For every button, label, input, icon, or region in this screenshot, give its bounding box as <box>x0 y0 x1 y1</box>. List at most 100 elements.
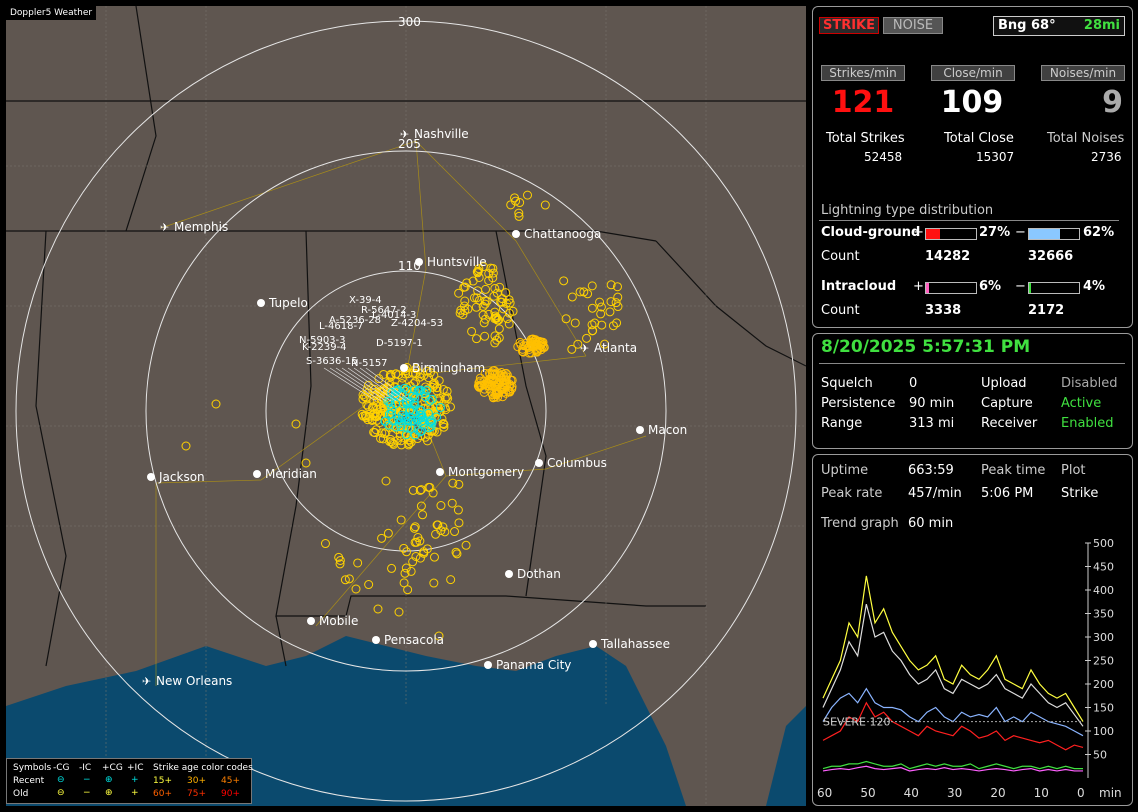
airport-icon: ✈ <box>160 221 169 234</box>
strike-marker <box>377 533 387 543</box>
close-per-min-value: 109 <box>940 85 1004 120</box>
age-75: 75+ <box>187 789 206 799</box>
severe-threshold-label: SEVERE 120 <box>823 716 891 729</box>
strike-marker <box>447 498 457 508</box>
close-per-min-header[interactable]: Close/min <box>931 65 1015 81</box>
plot-value[interactable]: Strike <box>1061 486 1098 501</box>
y-tick-label: 500 <box>1093 537 1114 550</box>
strike-stats-panel: STRIKE NOISE Bng 68° 28mi Strikes/min Cl… <box>812 6 1133 328</box>
range-label: Range <box>821 416 863 431</box>
city-dot-icon <box>484 661 492 669</box>
neg-ic-recent-icon: − <box>83 775 91 785</box>
city-label: Mobile <box>319 614 358 628</box>
age-60: 60+ <box>153 789 172 799</box>
uptime-label: Uptime <box>821 463 869 478</box>
strike-marker <box>351 584 361 594</box>
strike-marker <box>472 334 482 344</box>
strike-marker <box>399 578 409 588</box>
cell-label: D-5197-1 <box>376 338 423 349</box>
x-tick-label: 0 <box>1077 786 1085 800</box>
strike-marker <box>540 200 550 210</box>
cg-pos-bar <box>925 228 977 240</box>
city-dot-icon <box>415 258 423 266</box>
strike-marker <box>383 528 393 538</box>
receiver-value[interactable]: Enabled <box>1061 416 1114 431</box>
strike-marker <box>181 441 191 451</box>
strike-marker <box>523 190 533 200</box>
strike-marker <box>605 307 615 317</box>
city-label: New Orleans <box>156 674 232 688</box>
map-canvas[interactable]: 300 205 110 X-39-4R-5647-2A-5236-28L-401… <box>6 6 806 806</box>
city-label: Pensacola <box>384 633 444 647</box>
noise-button[interactable]: NOISE <box>883 17 943 34</box>
capture-value[interactable]: Active <box>1061 396 1101 411</box>
trend-series-line <box>822 575 1084 722</box>
x-tick-label: 30 <box>947 786 962 800</box>
legend-old-label: Old <box>13 789 29 799</box>
receiver-label: Receiver <box>981 416 1038 431</box>
city-dot-icon <box>307 617 315 625</box>
city-label: Tupelo <box>268 296 308 310</box>
neg-cg-recent-icon: ⊖ <box>57 775 65 785</box>
ic-pos-bar-fill <box>926 283 929 293</box>
cg-neg-bar <box>1028 228 1080 240</box>
strike-marker <box>291 419 301 429</box>
peak-time-label: Peak time <box>981 463 1046 478</box>
cg-pos-pct: 27% <box>979 225 1011 240</box>
squelch-label: Squelch <box>821 376 873 391</box>
total-close-label: Total Close <box>944 131 1014 146</box>
ic-count-label: Count <box>821 303 860 318</box>
age-30: 30+ <box>187 776 206 786</box>
city-label: Birmingham <box>412 361 485 375</box>
trend-graph: 5004504003503002502001501005060 50 40 30 20 1… <box>817 537 1122 800</box>
status-panel: 8/20/2025 5:57:31 PM Squelch 0 Upload Di… <box>812 333 1133 449</box>
strike-marker <box>590 318 600 328</box>
strike-marker <box>416 501 426 511</box>
ic-neg-pct: 4% <box>1083 279 1106 294</box>
strike-marker <box>373 604 383 614</box>
uptime-value: 663:59 <box>908 463 954 478</box>
status-divider <box>819 363 1125 364</box>
strike-marker <box>567 292 577 302</box>
strike-marker <box>481 284 491 294</box>
ic-neg-bar <box>1028 282 1080 294</box>
strike-marker <box>410 377 420 387</box>
x-tick-label: 50 <box>860 786 875 800</box>
city-label: Memphis <box>174 220 228 234</box>
city-dot-icon <box>436 468 444 476</box>
strike-marker <box>587 303 597 313</box>
y-tick-label: 100 <box>1093 725 1114 738</box>
ic-neg-count: 2172 <box>1028 303 1065 318</box>
strike-marker <box>454 518 464 528</box>
x-tick-label: 10 <box>1034 786 1049 800</box>
bearing-value: Bng 68° <box>998 18 1056 33</box>
bearing-readout: Bng 68° 28mi <box>993 16 1125 36</box>
y-tick-label: 350 <box>1093 608 1114 621</box>
y-tick-label: 300 <box>1093 631 1114 644</box>
strike-marker <box>320 539 330 549</box>
intracloud-label: Intracloud <box>821 279 897 294</box>
lightning-map[interactable]: 300 205 110 X-39-4 R-5647-2 A-5236-28 L-401… <box>6 6 806 806</box>
neg-ic-old-icon: − <box>83 788 91 798</box>
strike-marker <box>301 458 311 468</box>
city-dot-icon <box>505 570 513 578</box>
pos-ic-old-icon: + <box>131 788 139 798</box>
trend-graph-value[interactable]: 60 min <box>908 516 953 531</box>
strike-marker <box>429 578 439 588</box>
strikes-per-min-header[interactable]: Strikes/min <box>821 65 905 81</box>
city-label: Chattanooga <box>524 227 601 241</box>
strike-marker <box>450 527 460 537</box>
trend-lines <box>822 575 1084 772</box>
strike-marker <box>595 297 605 307</box>
plot-label: Plot <box>1061 463 1086 478</box>
strike-marker <box>445 402 455 412</box>
strike-button[interactable]: STRIKE <box>819 17 879 34</box>
strike-marker <box>559 276 569 286</box>
noises-per-min-header[interactable]: Noises/min <box>1041 65 1125 81</box>
strike-marker <box>446 575 456 585</box>
y-tick-label: 400 <box>1093 584 1114 597</box>
strike-marker <box>504 319 514 329</box>
peak-rate-value: 457/min <box>908 486 962 501</box>
legend-symbols-label: Symbols <box>13 763 52 773</box>
upload-value[interactable]: Disabled <box>1061 376 1117 391</box>
